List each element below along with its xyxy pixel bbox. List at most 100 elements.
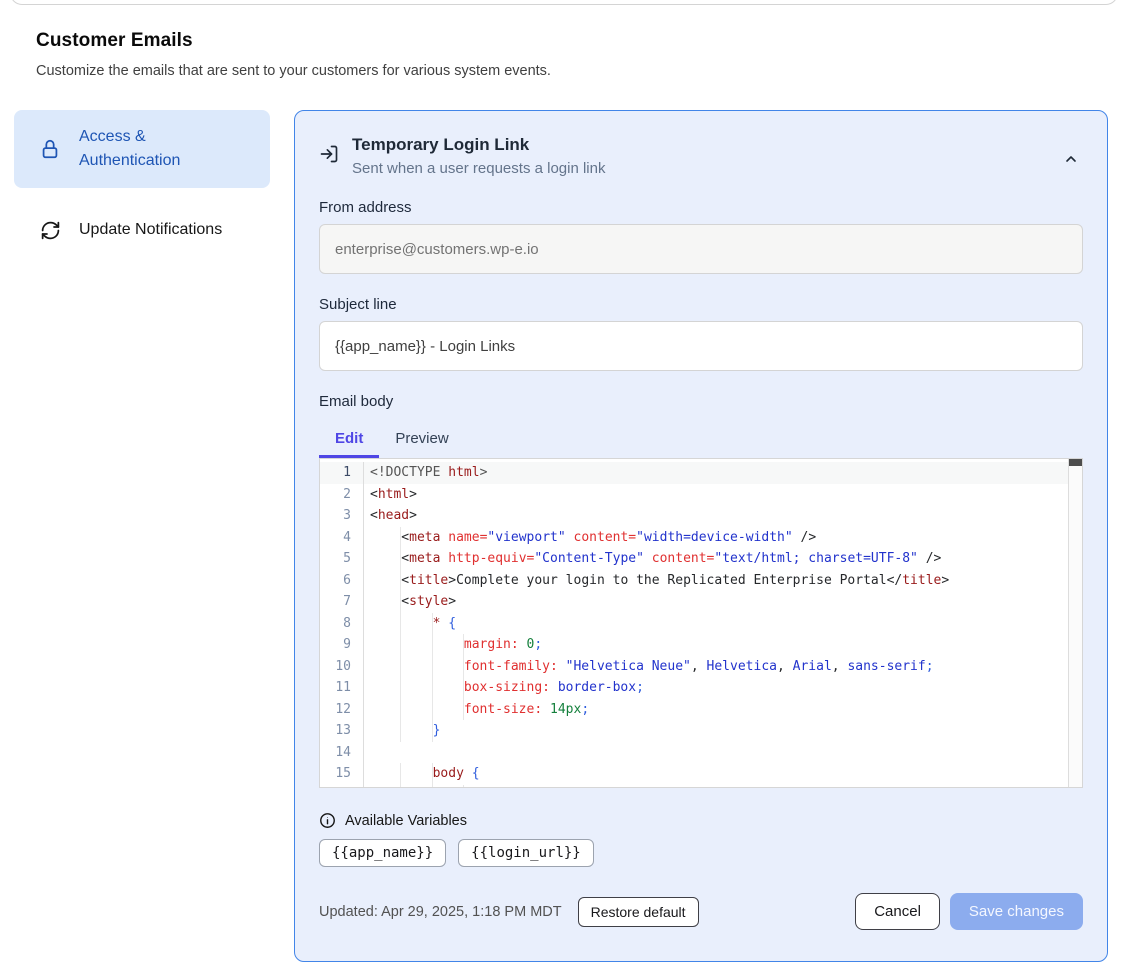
collapse-button[interactable] [1059,147,1083,171]
indent-guide [433,677,464,699]
email-body-tabs: Edit Preview [319,422,1083,458]
email-settings-panel: Temporary Login Link Sent when a user re… [294,110,1108,962]
variable-chip-app-name[interactable]: {{app_name}} [319,839,446,867]
code-text: <!DOCTYPE html> [364,462,1068,484]
updated-timestamp: Updated: Apr 29, 2025, 1:18 PM MDT [319,904,562,920]
tab-preview[interactable]: Preview [379,422,464,458]
available-variables-label: Available Variables [345,813,467,829]
code-text: font-family: "Helvetica Neue", Helvetica… [364,656,1068,678]
code-text: <title>Complete your login to the Replic… [364,570,1068,592]
panel-footer: Updated: Apr 29, 2025, 1:18 PM MDT Resto… [319,893,1083,930]
email-body-label: Email body [319,393,1083,410]
indent-guide [370,548,401,570]
indent-guide [401,699,432,721]
code-line: 15body { [320,763,1068,785]
code-text: * { [364,613,1068,635]
refresh-icon [38,218,62,242]
line-number: 9 [320,634,364,656]
indent-guide [433,656,464,678]
sidebar-item-label: Access & Authentication [79,125,239,173]
restore-default-button[interactable]: Restore default [578,897,699,927]
code-line: 9margin: 0; [320,634,1068,656]
line-number: 6 [320,570,364,592]
editor-scrollbar[interactable] [1068,459,1082,787]
info-icon[interactable] [319,812,336,829]
indent-guide [370,570,401,592]
panel-title-block: Temporary Login Link Sent when a user re… [352,135,605,177]
tab-edit[interactable]: Edit [319,422,379,458]
line-number: 15 [320,763,364,785]
indent-guide [433,699,464,721]
indent-guide [370,720,401,742]
line-number: 14 [320,742,364,764]
code-text: background-color: #f6f9fc; [364,785,1068,789]
code-text [364,742,1068,764]
line-number: 1 [320,462,364,484]
sidebar-item-update-notifications[interactable]: Update Notifications [14,210,270,250]
scrollbar-thumb[interactable] [1069,459,1082,466]
previous-card-edge [10,0,1118,5]
line-number: 2 [320,484,364,506]
indent-guide [370,591,401,613]
line-number: 10 [320,656,364,678]
cancel-button[interactable]: Cancel [855,893,940,930]
code-line: 4<meta name="viewport" content="width=de… [320,527,1068,549]
subject-line-label: Subject line [319,296,1083,313]
from-address-input[interactable] [319,224,1083,274]
code-line: 3<head> [320,505,1068,527]
sidebar-item-access-authentication[interactable]: Access & Authentication [14,110,270,188]
code-editor[interactable]: 1<!DOCTYPE html>2<html>3<head>4<meta nam… [319,458,1083,788]
code-line: 7<style> [320,591,1068,613]
available-variables-row: Available Variables [319,812,1083,829]
code-line: 14 [320,742,1068,764]
line-number: 12 [320,699,364,721]
line-number: 5 [320,548,364,570]
indent-guide [370,613,401,635]
line-number: 16 [320,785,364,789]
panel-title: Temporary Login Link [352,135,605,155]
indent-guide [370,699,401,721]
variable-chip-login-url[interactable]: {{login_url}} [458,839,594,867]
chevron-up-icon [1063,151,1079,167]
page-subtitle: Customize the emails that are sent to yo… [36,63,936,79]
indent-guide [370,677,401,699]
variable-chips: {{app_name}} {{login_url}} [319,839,1083,867]
code-line: 12font-size: 14px; [320,699,1068,721]
code-text: <html> [364,484,1068,506]
save-changes-button[interactable]: Save changes [950,893,1083,930]
page-header: Customer Emails Customize the emails tha… [36,30,936,79]
login-icon [319,144,339,164]
subject-line-input[interactable] [319,321,1083,371]
indent-guide [370,527,401,549]
code-text: font-size: 14px; [364,699,1068,721]
indent-guide [401,785,432,789]
panel-subtitle: Sent when a user requests a login link [352,160,605,177]
code-text: <meta name="viewport" content="width=dev… [364,527,1068,549]
indent-guide [401,763,432,785]
code-line: 2<html> [320,484,1068,506]
panel-header: Temporary Login Link Sent when a user re… [319,135,1083,177]
line-number: 8 [320,613,364,635]
line-number: 4 [320,527,364,549]
line-number: 3 [320,505,364,527]
indent-guide [401,656,432,678]
code-text: <meta http-equiv="Content-Type" content=… [364,548,1068,570]
code-text: } [364,720,1068,742]
line-number: 7 [320,591,364,613]
code-line: 10font-family: "Helvetica Neue", Helveti… [320,656,1068,678]
code-text: <style> [364,591,1068,613]
code-line: 8* { [320,613,1068,635]
page-title: Customer Emails [36,30,936,52]
sidebar-item-label: Update Notifications [79,218,239,242]
code-text: box-sizing: border-box; [364,677,1068,699]
code-text: margin: 0; [364,634,1068,656]
indent-guide [401,677,432,699]
lock-icon [38,137,62,161]
indent-guide [401,634,432,656]
code-text: <head> [364,505,1068,527]
code-line: 16background-color: #f6f9fc; [320,785,1068,789]
indent-guide [433,785,464,789]
code-line: 1<!DOCTYPE html> [320,462,1068,484]
code-line: 13} [320,720,1068,742]
sidebar: Access & Authentication Update Notificat… [14,110,270,250]
